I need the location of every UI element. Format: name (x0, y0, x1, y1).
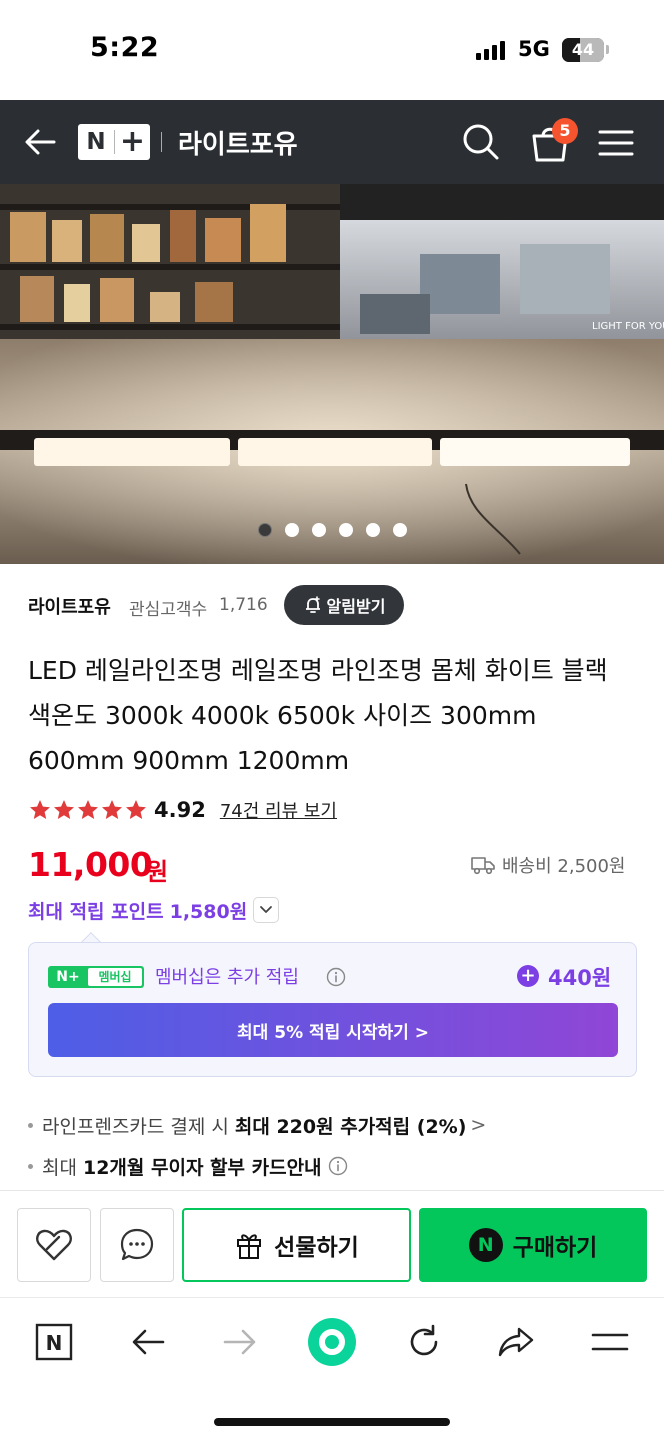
naver-pay-icon: N (468, 1228, 503, 1262)
svg-text:LIGHT FOR YOU: LIGHT FOR YOU (592, 321, 664, 332)
membership-box: N+ 멤버십 멤버십은 추가 적립 + 440원 최대 5% 적립 시작하기 > (28, 942, 637, 1077)
seller-name[interactable]: 라이트포유 (28, 593, 111, 619)
membership-badge-np: N+ (56, 969, 80, 985)
cart-count-badge: 5 (552, 118, 578, 144)
membership-text: 멤버십은 추가 적립 (155, 967, 299, 988)
heart-icon (36, 1229, 72, 1261)
star-icon (30, 800, 50, 819)
followers-count: 1,716 (219, 595, 268, 615)
shipping-fee: 배송비 2,500원 (470, 852, 626, 878)
browser-back-icon[interactable] (126, 1320, 170, 1364)
alarm-subscribe-button[interactable]: 알림받기 (284, 585, 404, 625)
browser-menu-icon[interactable] (588, 1320, 632, 1364)
star-icon (54, 800, 74, 819)
home-indicator[interactable] (214, 1418, 450, 1426)
gift-button[interactable]: 선물하기 (182, 1208, 411, 1282)
price: 11,000 (28, 845, 153, 884)
star-icon (102, 800, 122, 819)
svg-text:N: N (46, 1331, 63, 1355)
back-arrow-icon[interactable] (22, 124, 58, 160)
product-title: LED 레일라인조명 레일조명 라인조명 몸체 화이트 블랙 색온도 3000k… (28, 656, 608, 775)
store-name[interactable]: 라이트포유 (178, 124, 298, 161)
info-icon[interactable] (326, 967, 346, 987)
rating-stars (28, 798, 148, 822)
membership-points: 440원 (548, 966, 612, 990)
followers-label: 관심고객수 (129, 600, 208, 620)
status-bar: 5:22 5G 44 (0, 0, 664, 100)
benefit-bold: 12개월 무이자 할부 카드안내 (82, 1156, 322, 1179)
points-expand-button[interactable] (253, 897, 280, 923)
buy-button-label: 구매하기 (512, 1235, 598, 1261)
carousel-dot[interactable] (366, 523, 380, 537)
plus-circle-icon: + (517, 965, 539, 987)
review-link[interactable]: 74건 리뷰 보기 (220, 797, 337, 823)
shipping-fee-text: 배송비 2,500원 (502, 856, 626, 877)
buy-button[interactable]: N 구매하기 (419, 1208, 647, 1282)
membership-start-button[interactable]: 최대 5% 적립 시작하기 > (48, 1003, 618, 1057)
bell-plus-icon (305, 596, 320, 613)
logo-n: N (86, 129, 106, 155)
carousel-dot[interactable] (285, 523, 299, 537)
star-icon (78, 800, 98, 819)
naver-home-icon[interactable]: N (32, 1320, 76, 1364)
chevron-down-icon (260, 906, 273, 913)
carousel-dot[interactable] (339, 523, 353, 537)
naver-plus-logo[interactable]: N + (78, 124, 150, 160)
chat-button[interactable] (100, 1208, 174, 1282)
logo-plus: + (119, 124, 146, 159)
header-divider (161, 132, 162, 152)
battery-icon: 44 (562, 38, 604, 62)
green-dot-icon[interactable] (304, 1314, 360, 1370)
benefit-card-points[interactable]: 라인프렌즈카드 결제 시 최대 220원 추가적립 (2%) > (28, 1111, 486, 1139)
membership-badge: N+ 멤버십 (48, 966, 144, 988)
gift-icon (237, 1234, 262, 1259)
menu-icon[interactable] (598, 128, 634, 158)
points-row: 최대 적립 포인트 1,580원 (28, 896, 280, 924)
rating-value: 4.92 (154, 798, 206, 822)
info-icon[interactable] (328, 1156, 348, 1176)
chevron-right-icon: > (470, 1114, 487, 1136)
store-header: N + 라이트포유 5 (0, 100, 664, 184)
benefit-bold: 최대 220원 추가적립 (2%) (234, 1115, 467, 1138)
status-time: 5:22 (90, 32, 160, 63)
carousel-dot[interactable] (393, 523, 407, 537)
search-icon[interactable] (462, 122, 500, 162)
carousel-dot[interactable] (312, 523, 326, 537)
benefit-prefix: 라인프렌즈카드 결제 시 (42, 1115, 229, 1138)
truck-icon (471, 857, 495, 875)
alarm-subscribe-label: 알림받기 (326, 597, 386, 616)
battery-level: 44 (571, 40, 595, 59)
wishlist-button[interactable] (17, 1208, 91, 1282)
benefit-prefix: 최대 (42, 1156, 77, 1179)
benefit-installment[interactable]: 최대 12개월 무이자 할부 카드안내 (28, 1152, 348, 1180)
star-icon (126, 800, 146, 819)
battery-nub (606, 45, 609, 54)
reload-icon[interactable] (402, 1320, 446, 1364)
network-label: 5G (518, 37, 550, 61)
signal-icon (476, 40, 506, 60)
price-unit: 원 (146, 858, 169, 886)
share-icon[interactable] (494, 1320, 538, 1364)
points-label: 최대 적립 포인트 (28, 900, 164, 923)
rating-row: 4.92 74건 리뷰 보기 (28, 795, 337, 825)
chat-bubble-icon (120, 1228, 154, 1261)
membership-badge-label: 멤버십 (88, 968, 142, 986)
browser-forward-icon[interactable] (218, 1320, 262, 1364)
product-image[interactable]: LIGHT FOR YOU (0, 184, 664, 564)
points-value: 1,580원 (169, 900, 248, 923)
carousel-dots (0, 523, 664, 539)
gift-button-label: 선물하기 (274, 1235, 359, 1261)
purchase-action-bar: 선물하기 N 구매하기 (0, 1190, 664, 1297)
carousel-dot[interactable] (258, 523, 272, 537)
